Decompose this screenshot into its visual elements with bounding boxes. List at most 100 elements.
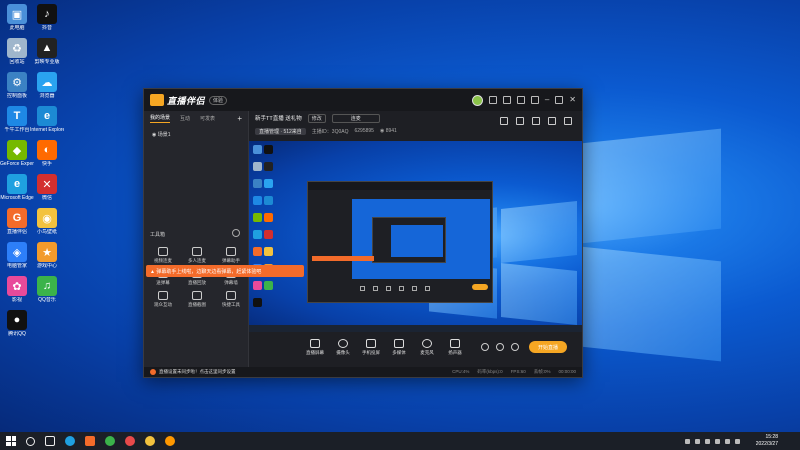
gift-box-icon[interactable] — [516, 117, 524, 125]
toolbox-item[interactable]: 弹幕助手 — [214, 247, 248, 264]
feature-banner[interactable]: ▲ 弹幕助手上线啦，边聊天边看弹幕，赶紧体验吧 — [146, 265, 304, 277]
app-shortcut-icon: ◈ — [7, 242, 27, 262]
app-shortcut-icon: ✿ — [7, 276, 27, 296]
tool-label: 直播截图 — [188, 302, 206, 307]
toolbox-item[interactable]: 观众互动 — [146, 291, 180, 308]
desktop-icon[interactable]: e Microsoft Edge — [0, 174, 34, 201]
browser-taskbar-icon[interactable] — [145, 436, 155, 446]
menu-icon[interactable] — [530, 96, 539, 104]
edit-title-button[interactable]: 修改 — [307, 113, 326, 123]
room-name-field[interactable]: 连麦 — [331, 113, 380, 123]
desktop-icon-label: 回收站 — [9, 59, 25, 65]
tray-app-icon-2[interactable] — [705, 438, 710, 444]
desktop-icon[interactable]: ◐ 快手 — [30, 140, 64, 167]
desktop-icon-label: 直播伴侣 — [6, 229, 27, 235]
eye-icon[interactable] — [496, 343, 504, 351]
user-avatar[interactable] — [471, 94, 483, 106]
desktop-icon-label: 微信 — [41, 195, 52, 201]
tray-app-icon[interactable] — [695, 438, 700, 444]
desktop-icon[interactable]: ♻ 回收站 — [0, 38, 34, 65]
share-icon[interactable] — [564, 117, 572, 125]
media-button[interactable]: 多媒体 — [385, 338, 413, 356]
live-streaming-app-window[interactable]: 直播伴侣 体验 – ✕ 我的场景 互动 可发表 + ◉ 场景1 工具箱 视频连麦… — [143, 88, 583, 378]
start-live-button[interactable]: 开始直播 — [529, 341, 567, 353]
desktop-icon[interactable]: G 直播伴侣 — [0, 208, 34, 235]
tool-label: 视频连麦 — [154, 258, 172, 263]
phone-cast-button[interactable]: 手机投屏 — [357, 338, 385, 356]
desktop-icon[interactable]: ◈ 电脑管家 — [0, 242, 34, 269]
music-taskbar-icon[interactable] — [125, 436, 135, 446]
sync-settings-link[interactable]: 直播设置未同步啦！点击这里同步设置 — [159, 369, 236, 375]
ime-icon[interactable] — [735, 438, 740, 444]
game-taskbar-icon[interactable] — [165, 436, 175, 446]
start-button[interactable] — [6, 436, 16, 446]
app-shortcut-icon: ▣ — [7, 4, 27, 24]
anchor-id: 主播ID：3Q0AQ — [311, 128, 349, 135]
settings-icon[interactable] — [511, 343, 519, 351]
clock[interactable]: 15:28 2022/3/27 — [756, 434, 778, 448]
toolbox-item[interactable]: 直播截图 — [180, 291, 214, 308]
room-info: 直播管理 · 512来自 主播ID：3Q0AQ 6295895 ◉ 8941 — [249, 125, 582, 137]
desktop-icon[interactable]: ✕ 微信 — [30, 174, 64, 201]
minimize-button[interactable]: – — [545, 96, 549, 104]
skin-icon[interactable] — [516, 96, 525, 104]
data-icon[interactable] — [532, 117, 540, 125]
wechat-taskbar-icon[interactable] — [105, 436, 115, 446]
desktop-icon[interactable]: ▲ 剪映专业版 — [30, 38, 64, 65]
desktop-icon[interactable]: ♫ QQ音乐 — [30, 276, 64, 303]
record-icon[interactable] — [481, 343, 489, 351]
toolbox-settings-icon[interactable] — [232, 229, 240, 237]
search-icon[interactable] — [26, 436, 35, 446]
preview-nested-stream — [352, 199, 490, 279]
desktop-icon[interactable]: e Internet Explorer — [30, 106, 64, 133]
toolbox-item[interactable]: 快捷工具 — [214, 291, 248, 308]
live-app-taskbar-icon[interactable] — [85, 436, 95, 446]
toolbox-item[interactable]: 视频连麦 — [146, 247, 180, 264]
preview-desktop-icon — [264, 213, 273, 222]
app-shortcut-icon: ✕ — [37, 174, 57, 194]
tool-label: 弹幕墙 — [224, 280, 238, 285]
desktop-icon[interactable]: T 千牛工作台 — [0, 106, 34, 133]
share-screen-icon[interactable] — [500, 117, 508, 125]
desktop-icon[interactable]: ✿ 影视 — [0, 276, 34, 303]
message-icon[interactable] — [502, 96, 511, 104]
volume-icon[interactable] — [725, 438, 730, 444]
task-view-icon[interactable] — [45, 436, 55, 446]
microphone-button[interactable]: 麦克风 — [413, 338, 441, 356]
gift-icon[interactable] — [488, 96, 497, 104]
close-button[interactable]: ✕ — [569, 96, 576, 104]
scene-item[interactable]: ◉ 场景1 — [144, 125, 248, 144]
desktop-icon[interactable]: ★ 游戏中心 — [30, 242, 64, 269]
tray-bluetooth-icon[interactable] — [685, 438, 690, 444]
speaker-button[interactable]: 扬声器 — [441, 338, 469, 356]
preview-desktop-icon — [253, 213, 262, 222]
title-bar[interactable]: 直播伴侣 体验 – ✕ — [144, 89, 582, 111]
tab-interaction[interactable]: 互动 — [180, 115, 190, 122]
app-shortcut-icon: ♻ — [7, 38, 27, 58]
desktop-icon[interactable]: ◆GeForce Experience — [0, 140, 34, 167]
network-icon[interactable] — [715, 438, 720, 444]
toolbox-item[interactable]: 多人连麦 — [180, 247, 214, 264]
bell-icon[interactable] — [548, 117, 556, 125]
tool-icon — [226, 291, 236, 300]
tab-my-scenes[interactable]: 我的场景 — [150, 114, 171, 123]
maximize-button[interactable] — [555, 96, 564, 104]
desktop-icon[interactable]: ♪ 抖音 — [30, 4, 64, 31]
screen-capture-button[interactable]: 直播屏幕 — [301, 338, 329, 356]
desktop-icon-label: 小鸟壁纸 — [36, 229, 57, 235]
status-bar: 直播设置未同步啦！点击这里同步设置 CPU:4% 码率(kbps):0 FPS:… — [144, 367, 582, 377]
desktop: ▣此电脑 ♻回收站 ⚙控制面板 T千牛工作台 ◆GeForce Experience eM… — [0, 0, 800, 432]
stream-preview[interactable] — [249, 141, 582, 332]
edge-taskbar-icon[interactable] — [65, 436, 75, 446]
app-shortcut-icon: ◐ — [37, 140, 57, 160]
add-scene-icon[interactable]: + — [237, 114, 242, 123]
desktop-icon[interactable]: ▣ 此电脑 — [0, 4, 34, 31]
camera-button[interactable]: 摄像头 — [329, 338, 357, 356]
desktop-icon[interactable]: ◉ 小鸟壁纸 — [30, 208, 64, 235]
room-manage-pill[interactable]: 直播管理 · 512来自 — [255, 127, 306, 135]
app-shortcut-icon: ▲ — [37, 38, 57, 58]
tab-publishable[interactable]: 可发表 — [200, 115, 215, 122]
desktop-icon[interactable]: ● 腾讯QQ — [0, 310, 34, 337]
desktop-icon[interactable]: ☁ 浏览器 — [30, 72, 64, 99]
desktop-icon[interactable]: ⚙ 控制面板 — [0, 72, 34, 99]
